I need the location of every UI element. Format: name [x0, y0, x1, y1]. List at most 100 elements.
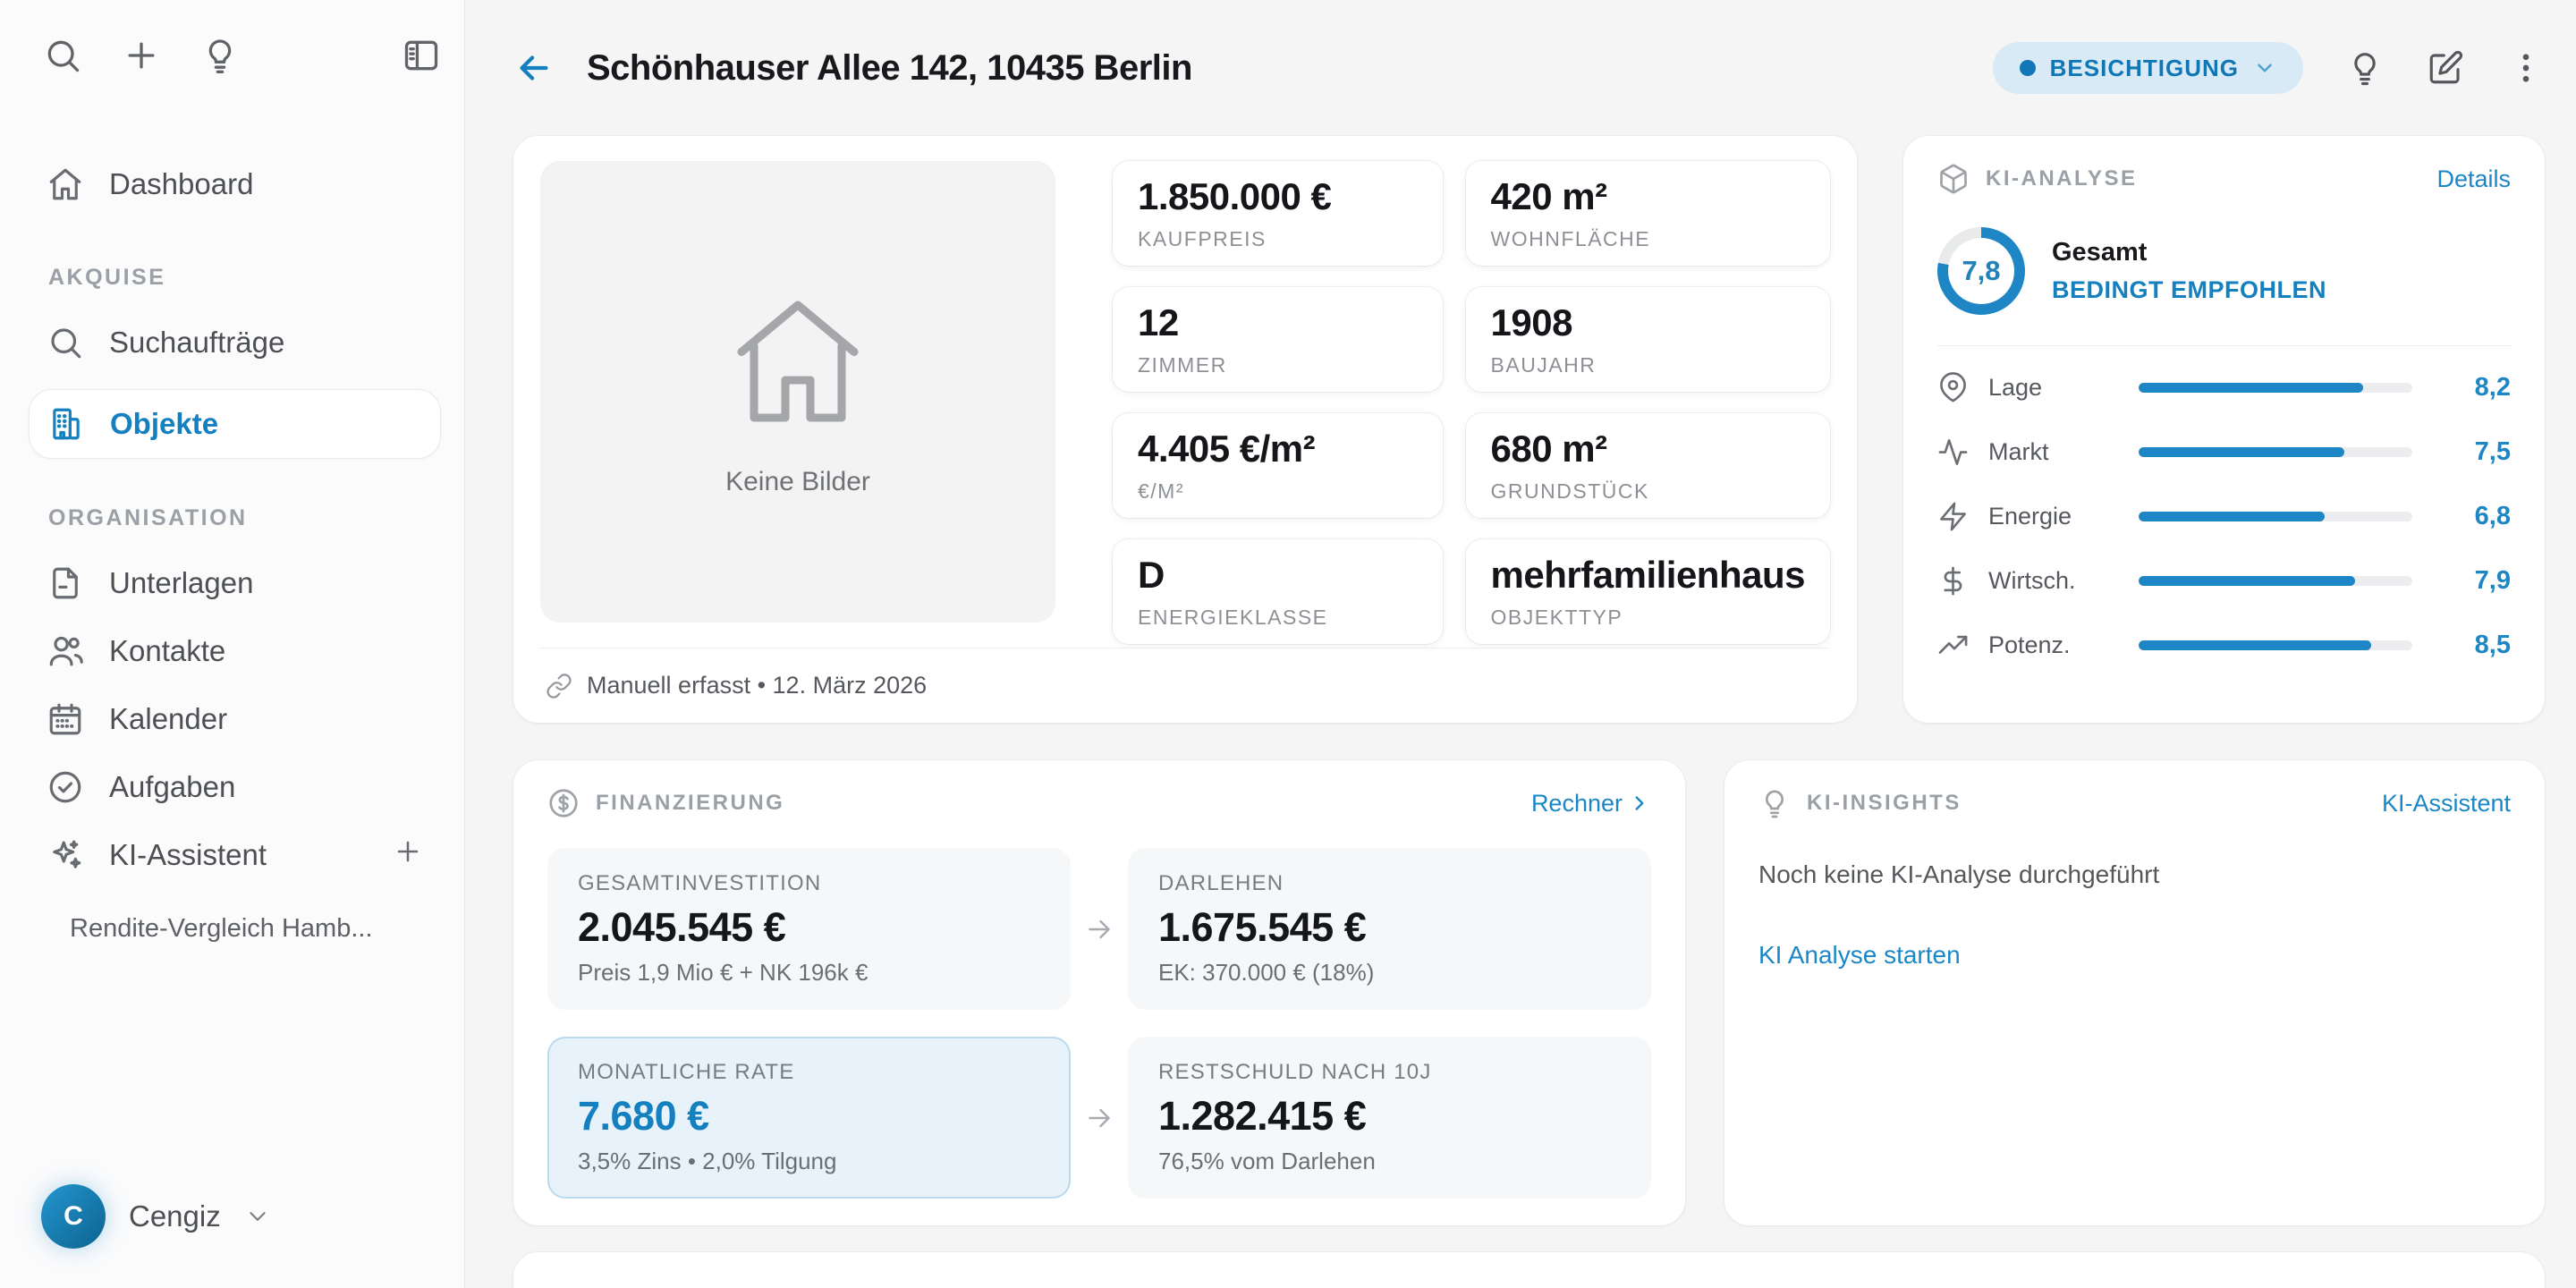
plus-icon	[122, 36, 161, 75]
sidebar-item-objekte[interactable]: Objekte	[29, 389, 441, 459]
metric-row-lage: Lage 8,2	[1937, 355, 2511, 419]
chevron-right-icon	[1628, 792, 1651, 815]
new-chat-button[interactable]	[393, 836, 423, 874]
status-dot-icon	[2020, 60, 2036, 76]
stat-preis-pro-qm: 4.405 €/m² €/M²	[1113, 413, 1443, 518]
stat-value: mehrfamilienhaus	[1491, 554, 1805, 597]
tile-restschuld: RESTSCHULD NACH 10J 1.282.415 € 76,5% vo…	[1128, 1037, 1651, 1199]
metric-label: Wirtsch.	[1988, 567, 2139, 595]
metric-value: 8,2	[2434, 373, 2511, 402]
finanzierung-grid: GESAMTINVESTITION 2.045.545 € Preis 1,9 …	[547, 848, 1651, 1199]
card-title: KI-INSIGHTS	[1807, 791, 1962, 816]
stat-value: 1908	[1491, 301, 1805, 344]
activity-icon	[1937, 436, 1969, 468]
ki-analyse-header: KI-ANALYSE Details	[1937, 163, 2511, 195]
stat-label: GRUNDSTÜCK	[1491, 479, 1805, 504]
lightbulb-icon	[1758, 787, 1791, 819]
ki-analyse-card: KI-ANALYSE Details 7,8 Gesamt BEDINGT EM…	[1903, 136, 2545, 723]
tile-monatliche-rate: MONATLICHE RATE 7.680 € 3,5% Zins • 2,0%…	[547, 1037, 1071, 1199]
sidebar-item-ki-assistent[interactable]: KI-Assistent	[29, 821, 441, 889]
metric-bar	[2139, 640, 2412, 650]
metric-label: Lage	[1988, 374, 2139, 402]
stat-label: €/M²	[1138, 479, 1418, 504]
stat-value: 4.405 €/m²	[1138, 428, 1418, 470]
tile-darlehen: DARLEHEN 1.675.545 € EK: 370.000 € (18%)	[1128, 848, 1651, 1010]
metric-value: 8,5	[2434, 631, 2511, 660]
tile-sub: 3,5% Zins • 2,0% Tilgung	[578, 1148, 1040, 1175]
metric-label: Energie	[1988, 503, 2139, 530]
sidebar-item-kontakte[interactable]: Kontakte	[29, 617, 441, 685]
sidebar-section-akquise: AKQUISE	[48, 265, 441, 291]
metric-label: Markt	[1988, 438, 2139, 466]
ki-assistent-link[interactable]: KI-Assistent	[2382, 790, 2511, 818]
stat-baujahr: 1908 BAUJAHR	[1466, 287, 1830, 392]
search-icon	[47, 324, 84, 361]
sidebar-item-aufgaben[interactable]: Aufgaben	[29, 753, 441, 821]
arrow-left-icon	[513, 47, 555, 89]
source-note: Manuell erfasst • 12. März 2026	[587, 672, 927, 699]
score-verdict: BEDINGT EMPFOHLEN	[2052, 276, 2326, 304]
lightbulb-icon	[2346, 49, 2384, 87]
users-icon	[47, 632, 84, 670]
metric-row-energie: Energie 6,8	[1937, 484, 2511, 548]
start-analysis-link[interactable]: KI Analyse starten	[1758, 941, 2511, 970]
tile-sub: 76,5% vom Darlehen	[1158, 1148, 1621, 1175]
flow-arrow	[1071, 848, 1128, 1010]
sidebar-toggle-button[interactable]	[402, 36, 441, 75]
empty-state-text: Noch keine KI-Analyse durchgeführt	[1758, 860, 2511, 889]
edit-button[interactable]	[2427, 49, 2464, 87]
back-button[interactable]	[513, 47, 555, 89]
tile-value: 1.282.415 €	[1158, 1093, 1621, 1140]
new-item-button[interactable]	[122, 36, 161, 75]
details-link[interactable]: Details	[2436, 165, 2511, 193]
trending-up-icon	[1937, 630, 1969, 661]
finanzierung-card: FINANZIERUNG Rechner GESAMTINVESTITION 2…	[513, 760, 1685, 1225]
stat-label: ENERGIEKLASSE	[1138, 606, 1418, 630]
more-options-button[interactable]	[2507, 49, 2545, 87]
tile-value: 1.675.545 €	[1158, 904, 1621, 951]
divider	[1937, 345, 2511, 346]
stat-energieklasse: D ENERGIEKLASSE	[1113, 539, 1443, 644]
no-images-label: Keine Bilder	[725, 467, 870, 497]
box-icon	[1937, 163, 1970, 195]
status-dropdown[interactable]: BESICHTIGUNG	[1993, 42, 2303, 94]
metric-bar	[2139, 512, 2412, 521]
rechner-link-label: Rechner	[1531, 790, 1623, 818]
rechner-link[interactable]: Rechner	[1531, 790, 1651, 818]
sidebar-item-kalender[interactable]: Kalender	[29, 685, 441, 753]
app-window: Dashboard AKQUISE Suchaufträge Objekte O…	[0, 0, 2576, 1288]
house-icon	[723, 286, 873, 436]
sparkles-icon	[47, 836, 84, 874]
plus-icon	[393, 836, 423, 867]
next-section-card-partial	[513, 1252, 2545, 1288]
sidebar-item-dashboard[interactable]: Dashboard	[29, 150, 441, 218]
arrow-right-icon	[1083, 1102, 1115, 1134]
sidebar-item-label: Unterlagen	[109, 566, 253, 600]
stat-value: D	[1138, 554, 1418, 597]
zap-icon	[1937, 501, 1969, 532]
stat-label: KAUFPREIS	[1138, 227, 1418, 251]
insights-button[interactable]	[2346, 49, 2384, 87]
panel-toggle-icon	[402, 36, 441, 75]
document-icon	[47, 564, 84, 602]
chevron-down-icon	[244, 1203, 271, 1230]
ideas-button[interactable]	[200, 36, 240, 75]
stat-label: WOHNFLÄCHE	[1491, 227, 1805, 251]
sidebar-item-suchauftraege[interactable]: Suchaufträge	[29, 309, 441, 377]
sidebar-item-unterlagen[interactable]: Unterlagen	[29, 549, 441, 617]
image-placeholder[interactable]: Keine Bilder	[540, 161, 1055, 623]
tile-label: DARLEHEN	[1158, 871, 1621, 896]
chat-history-item[interactable]: Rendite-Vergleich Hamb...	[70, 914, 441, 944]
user-menu[interactable]: C Cengiz	[29, 1184, 441, 1249]
search-button[interactable]	[43, 36, 82, 75]
metric-value: 6,8	[2434, 502, 2511, 531]
stat-kaufpreis: 1.850.000 € KAUFPREIS	[1113, 161, 1443, 266]
stat-value: 680 m²	[1491, 428, 1805, 470]
tile-sub: EK: 370.000 € (18%)	[1158, 959, 1621, 987]
check-circle-icon	[47, 768, 84, 806]
property-summary-card: Keine Bilder 1.850.000 € KAUFPREIS 420 m…	[513, 136, 1857, 723]
finanzierung-header: FINANZIERUNG Rechner	[547, 787, 1651, 819]
metric-bar	[2139, 383, 2412, 393]
kebab-menu-icon	[2507, 49, 2545, 87]
avatar: C	[41, 1184, 106, 1249]
